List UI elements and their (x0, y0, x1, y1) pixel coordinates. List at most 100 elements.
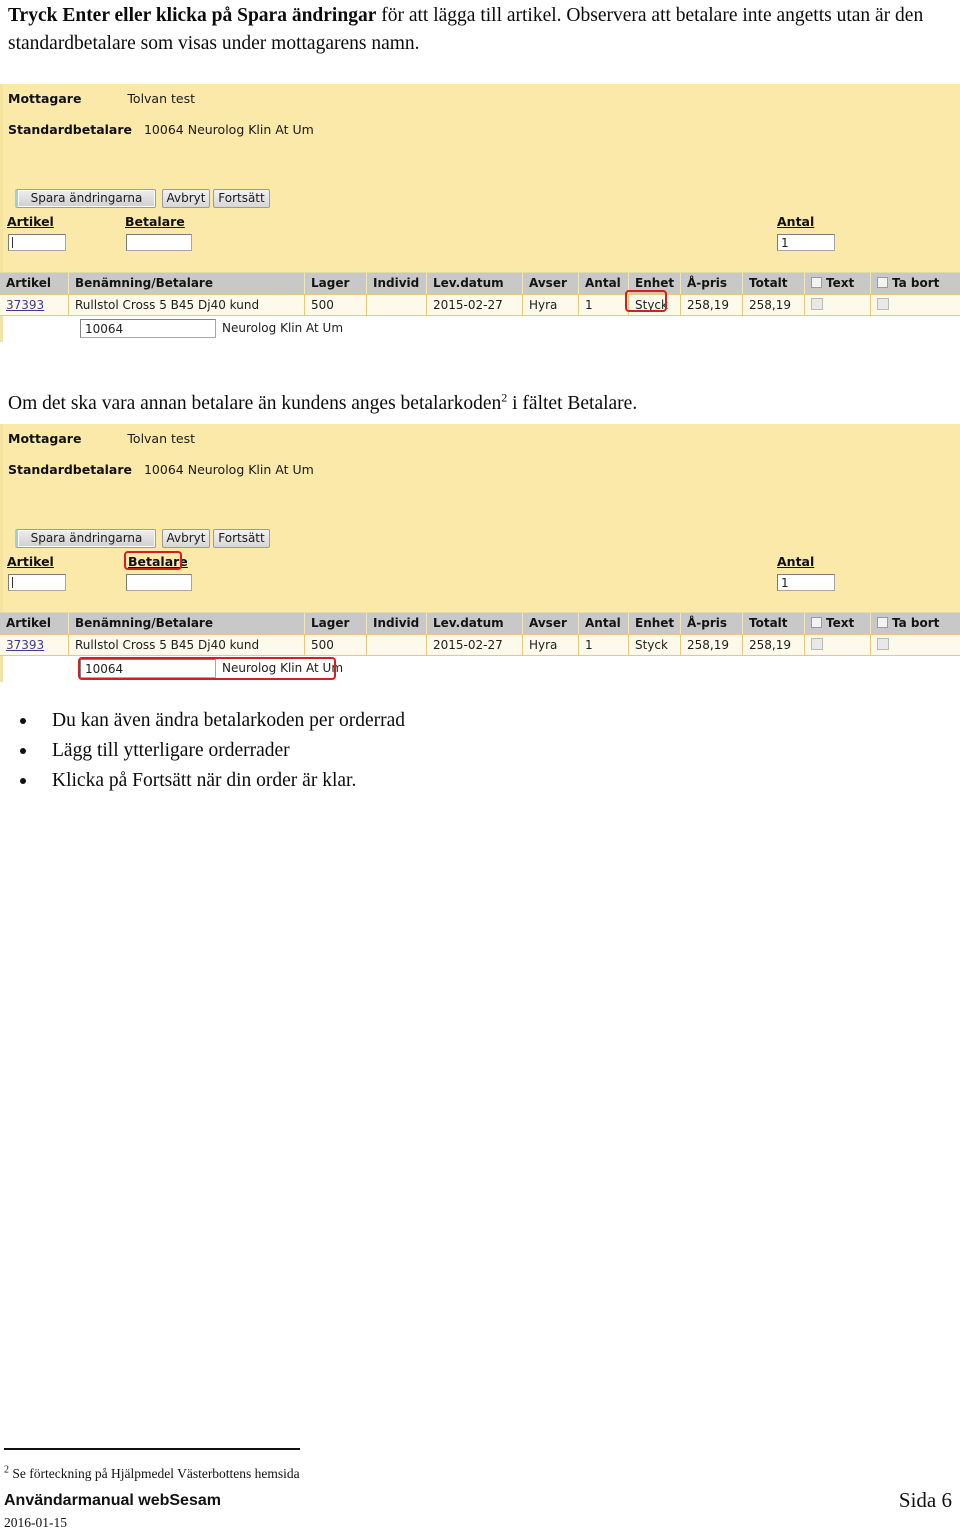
cell-apris-1: 258,19 (680, 295, 742, 317)
col-header-tabort-2[interactable]: Ta bort (870, 613, 960, 635)
cancel-button-2[interactable]: Avbryt (162, 529, 210, 548)
article-label-2: Artikel (7, 554, 54, 569)
table-row-1[interactable]: 37393 Rullstol Cross 5 B45 Dj40 kund 500… (0, 294, 960, 317)
row-delete-checkbox-1[interactable] (877, 298, 889, 310)
footer-page-number: Sida 6 (898, 1488, 952, 1512)
cell-text-2[interactable] (804, 635, 870, 657)
col-header-lager-1: Lager (304, 273, 366, 295)
cell-artikel-2[interactable]: 37393 (0, 635, 68, 657)
col-header-avser-2: Avser (522, 613, 578, 635)
bullet-text-2: Lägg till ytterligare orderrader (52, 740, 290, 761)
default-payer-label-1: Standardbetalare (8, 122, 133, 137)
default-payer-row-2: Standardbetalare 10064 Neurolog Klin At … (8, 462, 314, 477)
quantity-input-2[interactable] (777, 574, 835, 591)
order-lines-table-1: Artikel Benämning/Betalare Lager Individ… (0, 272, 960, 342)
select-all-text-checkbox-2[interactable] (811, 617, 822, 628)
cell-totalt-1: 258,19 (742, 295, 804, 317)
col-header-enhet-1: Enhet (628, 273, 680, 295)
intro-bold-text: Tryck Enter eller klicka på Spara ändrin… (8, 5, 377, 26)
cell-levdatum-1: 2015-02-27 (426, 295, 522, 317)
save-changes-button-1[interactable]: Spara ändringarna (15, 189, 156, 208)
select-all-delete-checkbox-1[interactable] (877, 277, 888, 288)
col-header-individ-1: Individ (366, 273, 426, 295)
recipient-value-2: Tolvan test (127, 431, 195, 446)
continue-button-2[interactable]: Fortsätt (213, 529, 270, 548)
article-input-2[interactable] (8, 574, 66, 591)
default-payer-value-2: 10064 Neurolog Klin At Um (143, 462, 314, 477)
col-header-levdatum-1: Lev.datum (426, 273, 522, 295)
payer-code-input-1[interactable] (80, 319, 216, 338)
row-delete-checkbox-2[interactable] (877, 638, 889, 650)
cell-totalt-2: 258,19 (742, 635, 804, 657)
cancel-button-1[interactable]: Avbryt (162, 189, 210, 208)
recipient-label-1: Mottagare (8, 91, 82, 106)
table-header-row-2: Artikel Benämning/Betalare Lager Individ… (0, 612, 960, 635)
cell-benamning-1: Rullstol Cross 5 B45 Dj40 kund (68, 295, 304, 317)
col-header-avser-1: Avser (522, 273, 578, 295)
mid-text-after: i fältet Betalare. (507, 393, 638, 414)
payer-subrow-2: Neurolog Klin At Um (0, 656, 960, 682)
row-text-checkbox-1[interactable] (811, 298, 823, 310)
col-header-tabort-1[interactable]: Ta bort (870, 273, 960, 295)
bullet-dot-icon (20, 748, 26, 754)
cell-antal-2: 1 (578, 635, 628, 657)
article-input-1[interactable] (8, 234, 66, 251)
col-header-artikel-1: Artikel (6, 276, 51, 290)
continue-button-1[interactable]: Fortsätt (213, 189, 270, 208)
col-header-text-2[interactable]: Text (804, 613, 870, 635)
cell-individ-2 (366, 635, 426, 657)
panel-left-edge-2 (0, 424, 3, 612)
select-all-delete-checkbox-2[interactable] (877, 617, 888, 628)
mid-text-before: Om det ska vara annan betalare än kunden… (8, 393, 502, 414)
col-header-totalt-2: Totalt (742, 613, 804, 635)
cell-individ-1 (366, 295, 426, 317)
middle-paragraph: Om det ska vara annan betalare än kunden… (8, 390, 908, 418)
select-all-text-checkbox-1[interactable] (811, 277, 822, 288)
cell-lager-1: 500 (304, 295, 366, 317)
default-payer-label-2: Standardbetalare (8, 462, 133, 477)
cell-tabort-2[interactable] (870, 635, 960, 657)
payer-input-2[interactable] (126, 574, 192, 591)
payer-name-text-2: Neurolog Klin At Um (222, 661, 344, 675)
footnote: 2 Se förteckning på Hjälpmedel Västerbot… (4, 1464, 300, 1482)
default-payer-row-1: Standardbetalare 10064 Neurolog Klin At … (8, 122, 314, 137)
bullet-dot-icon (20, 718, 26, 724)
panel-left-edge-1 (0, 84, 3, 272)
table-row-2[interactable]: 37393 Rullstol Cross 5 B45 Dj40 kund 500… (0, 634, 960, 657)
payer-code-input-2[interactable] (80, 659, 216, 678)
recipient-row-1: Mottagare Tolvan test (8, 91, 195, 106)
payer-label-2: Betalare (128, 554, 188, 569)
col-header-benamning-1: Benämning/Betalare (68, 273, 304, 295)
text-caret-2 (12, 577, 13, 588)
col-header-apris-1: Å-pris (680, 273, 742, 295)
text-caret-1 (12, 237, 13, 248)
instruction-bullet-list: Du kan även ändra betalarkoden per order… (8, 706, 708, 796)
cell-avser-1: Hyra (522, 295, 578, 317)
article-label-1: Artikel (7, 214, 54, 229)
col-header-benamning-2: Benämning/Betalare (68, 613, 304, 635)
col-header-artikel-2: Artikel (6, 616, 51, 630)
quantity-input-1[interactable] (777, 234, 835, 251)
col-header-totalt-1: Totalt (742, 273, 804, 295)
payer-input-1[interactable] (126, 234, 192, 251)
cell-enhet-1: Styck (628, 295, 680, 317)
subrow-left-edge-2 (0, 656, 3, 682)
save-changes-button-2[interactable]: Spara ändringarna (15, 529, 156, 548)
footnote-number: 2 (4, 1464, 9, 1476)
col-header-text-1[interactable]: Text (804, 273, 870, 295)
footer-date: 2016-01-15 (4, 1515, 67, 1530)
quantity-label-1: Antal (777, 214, 815, 229)
list-item: Lägg till ytterligare orderrader (8, 736, 708, 766)
col-header-enhet-2: Enhet (628, 613, 680, 635)
footnote-separator-rule (4, 1448, 300, 1450)
cell-artikel-1[interactable]: 37393 (0, 295, 68, 317)
order-form-panel-2: Mottagare Tolvan test Standardbetalare 1… (0, 424, 960, 612)
col-header-antal-1: Antal (578, 273, 628, 295)
cell-text-1[interactable] (804, 295, 870, 317)
row-text-checkbox-2[interactable] (811, 638, 823, 650)
cell-tabort-1[interactable] (870, 295, 960, 317)
footer-manual-title: Användarmanual webSesam (4, 1492, 221, 1509)
cell-lager-2: 500 (304, 635, 366, 657)
quantity-label-2: Antal (777, 554, 815, 569)
list-item: Klicka på Fortsätt när din order är klar… (8, 766, 708, 796)
